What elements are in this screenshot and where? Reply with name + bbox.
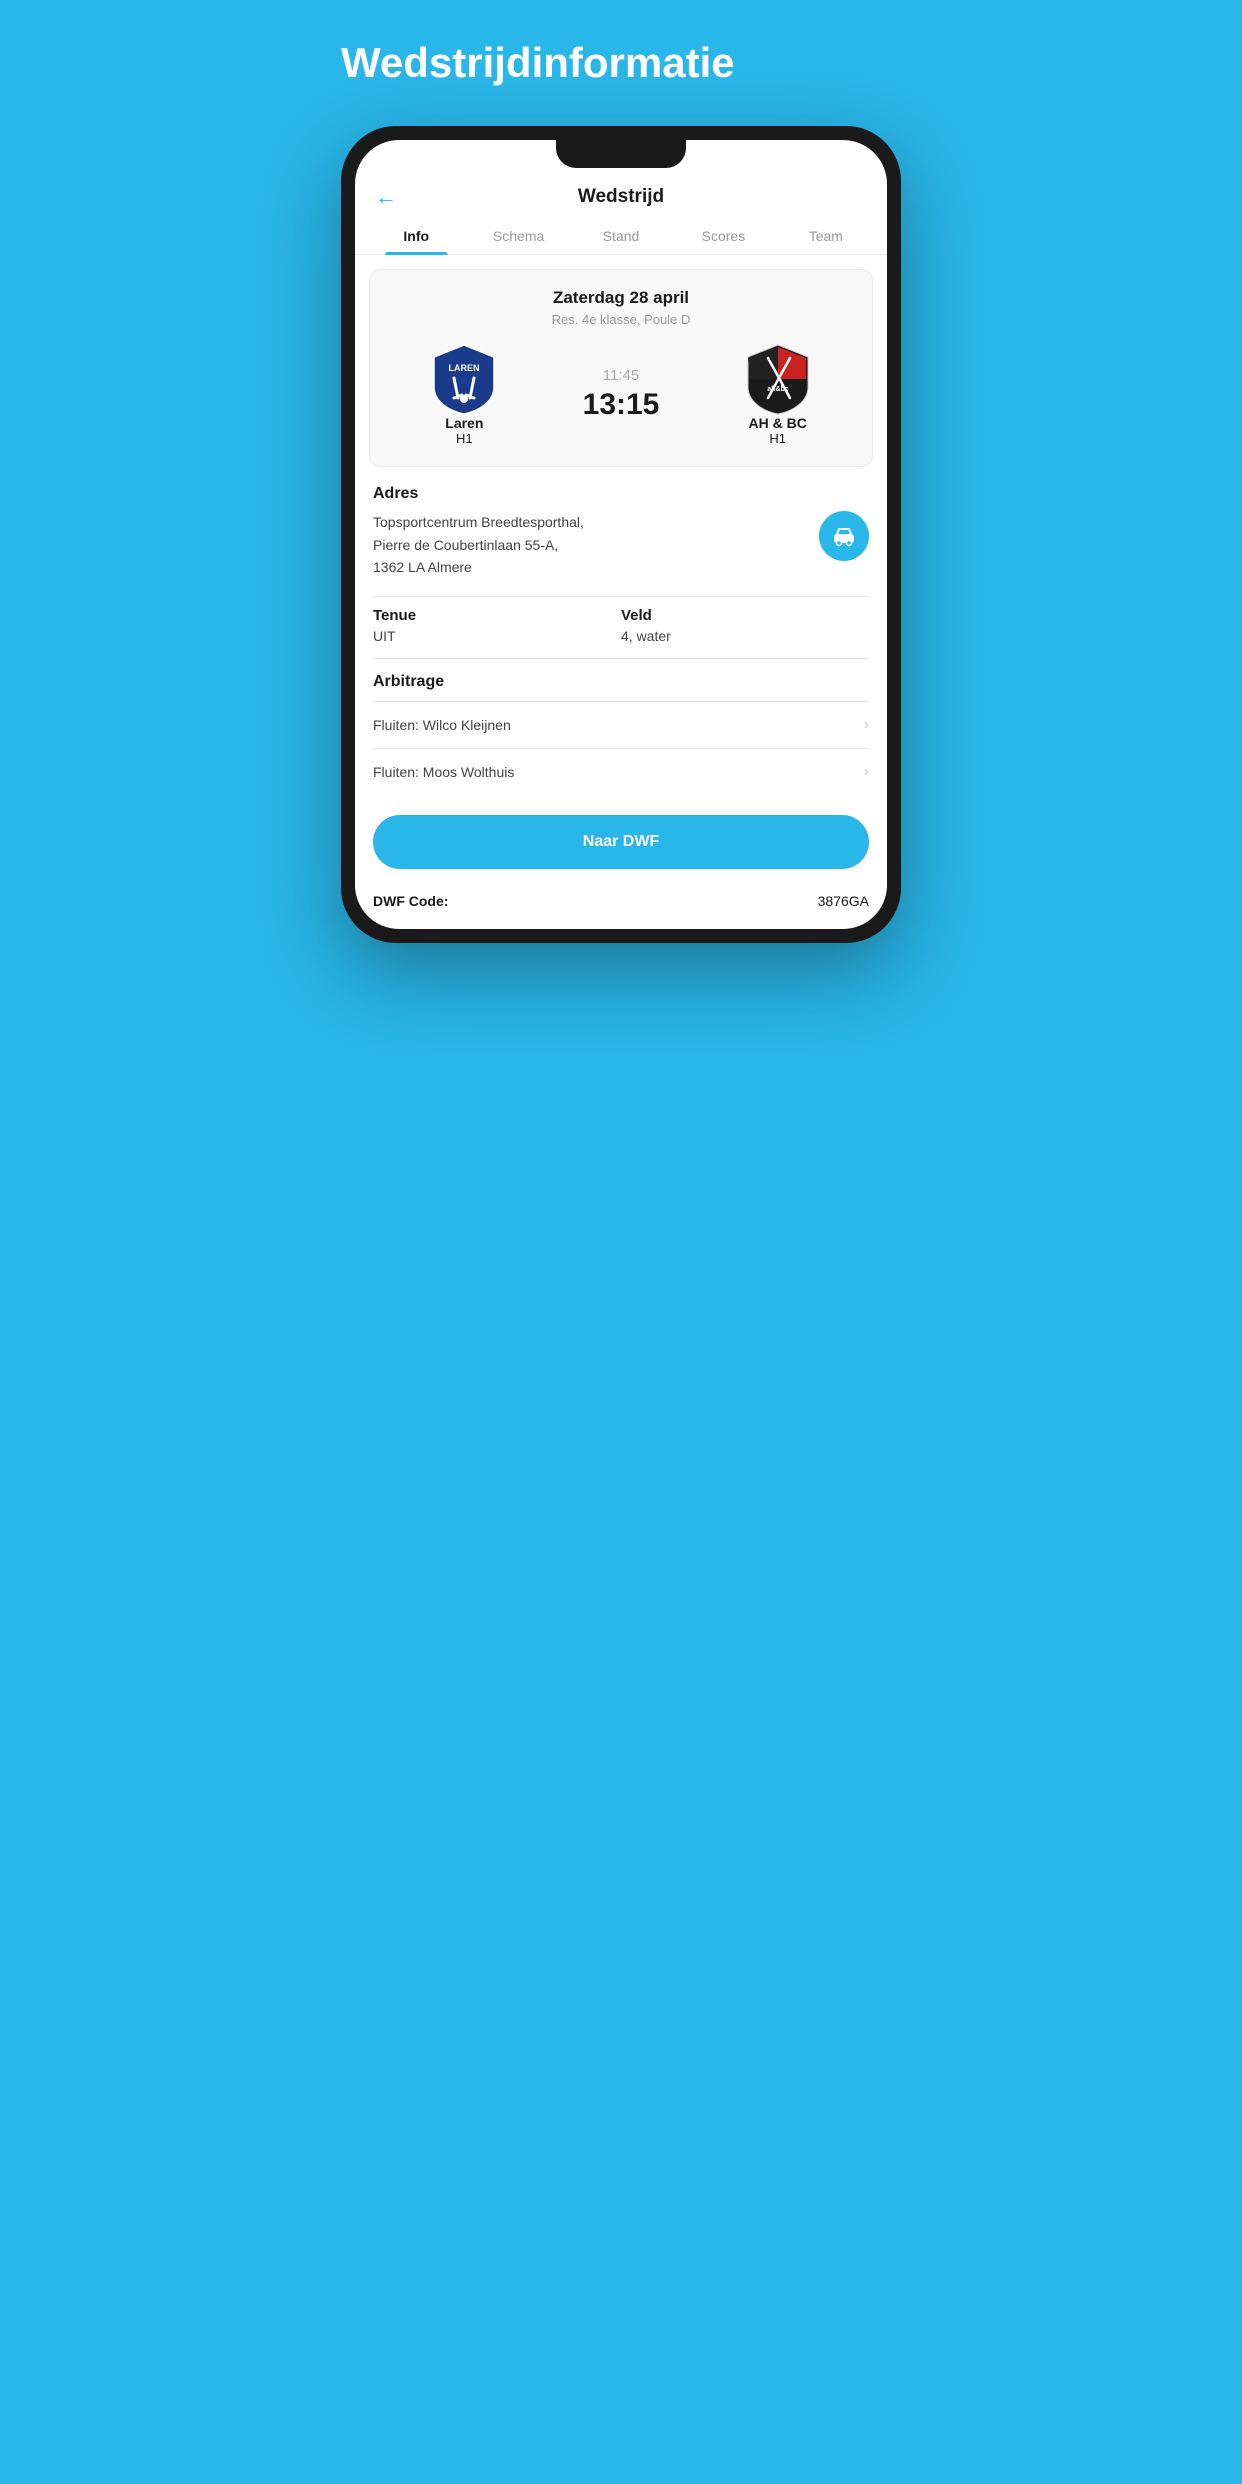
tenue-block: Tenue UIT bbox=[373, 607, 621, 644]
veld-block: Veld 4, water bbox=[621, 607, 869, 644]
app-header: ← Wedstrijd bbox=[355, 168, 887, 218]
tab-info[interactable]: Info bbox=[365, 218, 467, 254]
match-date: Zaterdag 28 april bbox=[386, 288, 856, 308]
away-team-sub: H1 bbox=[769, 431, 786, 446]
divider-1 bbox=[373, 596, 869, 597]
car-icon bbox=[831, 523, 857, 549]
phone-notch bbox=[556, 140, 686, 168]
arbitrage-label: Arbitrage bbox=[373, 673, 869, 691]
phone-inner: ← Wedstrijd Info Schema Stand Scores Tea… bbox=[355, 140, 887, 929]
svg-text:ah&bc: ah&bc bbox=[767, 386, 789, 393]
match-card: Zaterdag 28 april Res. 4e klasse, Poule … bbox=[369, 269, 873, 467]
nav-button[interactable] bbox=[819, 511, 869, 561]
tenue-value: UIT bbox=[373, 628, 621, 644]
info-section: Adres Topsportcentrum Breedtesporthal, P… bbox=[355, 485, 887, 795]
address-text: Topsportcentrum Breedtesporthal, Pierre … bbox=[373, 511, 807, 578]
match-league: Res. 4e klasse, Poule D bbox=[386, 312, 856, 327]
chevron-icon-1: › bbox=[864, 716, 869, 734]
page-bg-title: Wedstrijdinformatie bbox=[341, 40, 901, 86]
back-button[interactable]: ← bbox=[375, 184, 397, 210]
tab-schema[interactable]: Schema bbox=[467, 218, 569, 254]
tenue-label: Tenue bbox=[373, 607, 621, 624]
screen-title: Wedstrijd bbox=[578, 186, 664, 208]
veld-value: 4, water bbox=[621, 628, 869, 644]
home-team-block: LAREN Laren H1 bbox=[386, 343, 543, 446]
match-score: 13:15 bbox=[583, 388, 660, 422]
tenue-veld-row: Tenue UIT Veld 4, water bbox=[373, 607, 869, 644]
divider-2 bbox=[373, 658, 869, 659]
tabs-bar: Info Schema Stand Scores Team bbox=[355, 218, 887, 255]
dwf-code-value: 3876GA bbox=[818, 893, 869, 909]
referee-2-text: Fluiten: Moos Wolthuis bbox=[373, 764, 514, 780]
veld-label: Veld bbox=[621, 607, 869, 624]
referee-1-text: Fluiten: Wilco Kleijnen bbox=[373, 717, 511, 733]
match-teams: LAREN Laren H1 11:45 bbox=[386, 343, 856, 446]
phone-frame: ← Wedstrijd Info Schema Stand Scores Tea… bbox=[341, 126, 901, 943]
chevron-icon-2: › bbox=[864, 763, 869, 781]
tab-scores[interactable]: Scores bbox=[672, 218, 774, 254]
referee-row-1[interactable]: Fluiten: Wilco Kleijnen › bbox=[373, 701, 869, 748]
score-block: 11:45 13:15 bbox=[543, 367, 700, 422]
dwf-code-row: DWF Code: 3876GA bbox=[355, 883, 887, 929]
home-team-name: Laren bbox=[445, 415, 483, 431]
tab-team[interactable]: Team bbox=[775, 218, 877, 254]
address-row: Topsportcentrum Breedtesporthal, Pierre … bbox=[373, 511, 869, 578]
dwf-code-label: DWF Code: bbox=[373, 893, 448, 909]
match-time: 11:45 bbox=[603, 367, 639, 384]
referee-row-2[interactable]: Fluiten: Moos Wolthuis › bbox=[373, 748, 869, 795]
address-label: Adres bbox=[373, 485, 869, 503]
svg-text:LAREN: LAREN bbox=[449, 363, 480, 373]
tab-stand[interactable]: Stand bbox=[570, 218, 672, 254]
home-team-sub: H1 bbox=[456, 431, 473, 446]
laren-logo: LAREN bbox=[432, 343, 496, 415]
dwf-button[interactable]: Naar DWF bbox=[373, 815, 869, 869]
away-team-block: ah&bc AH & BC H1 bbox=[699, 343, 856, 446]
ahbc-logo: ah&bc bbox=[746, 343, 810, 415]
away-team-name: AH & BC bbox=[749, 415, 807, 431]
